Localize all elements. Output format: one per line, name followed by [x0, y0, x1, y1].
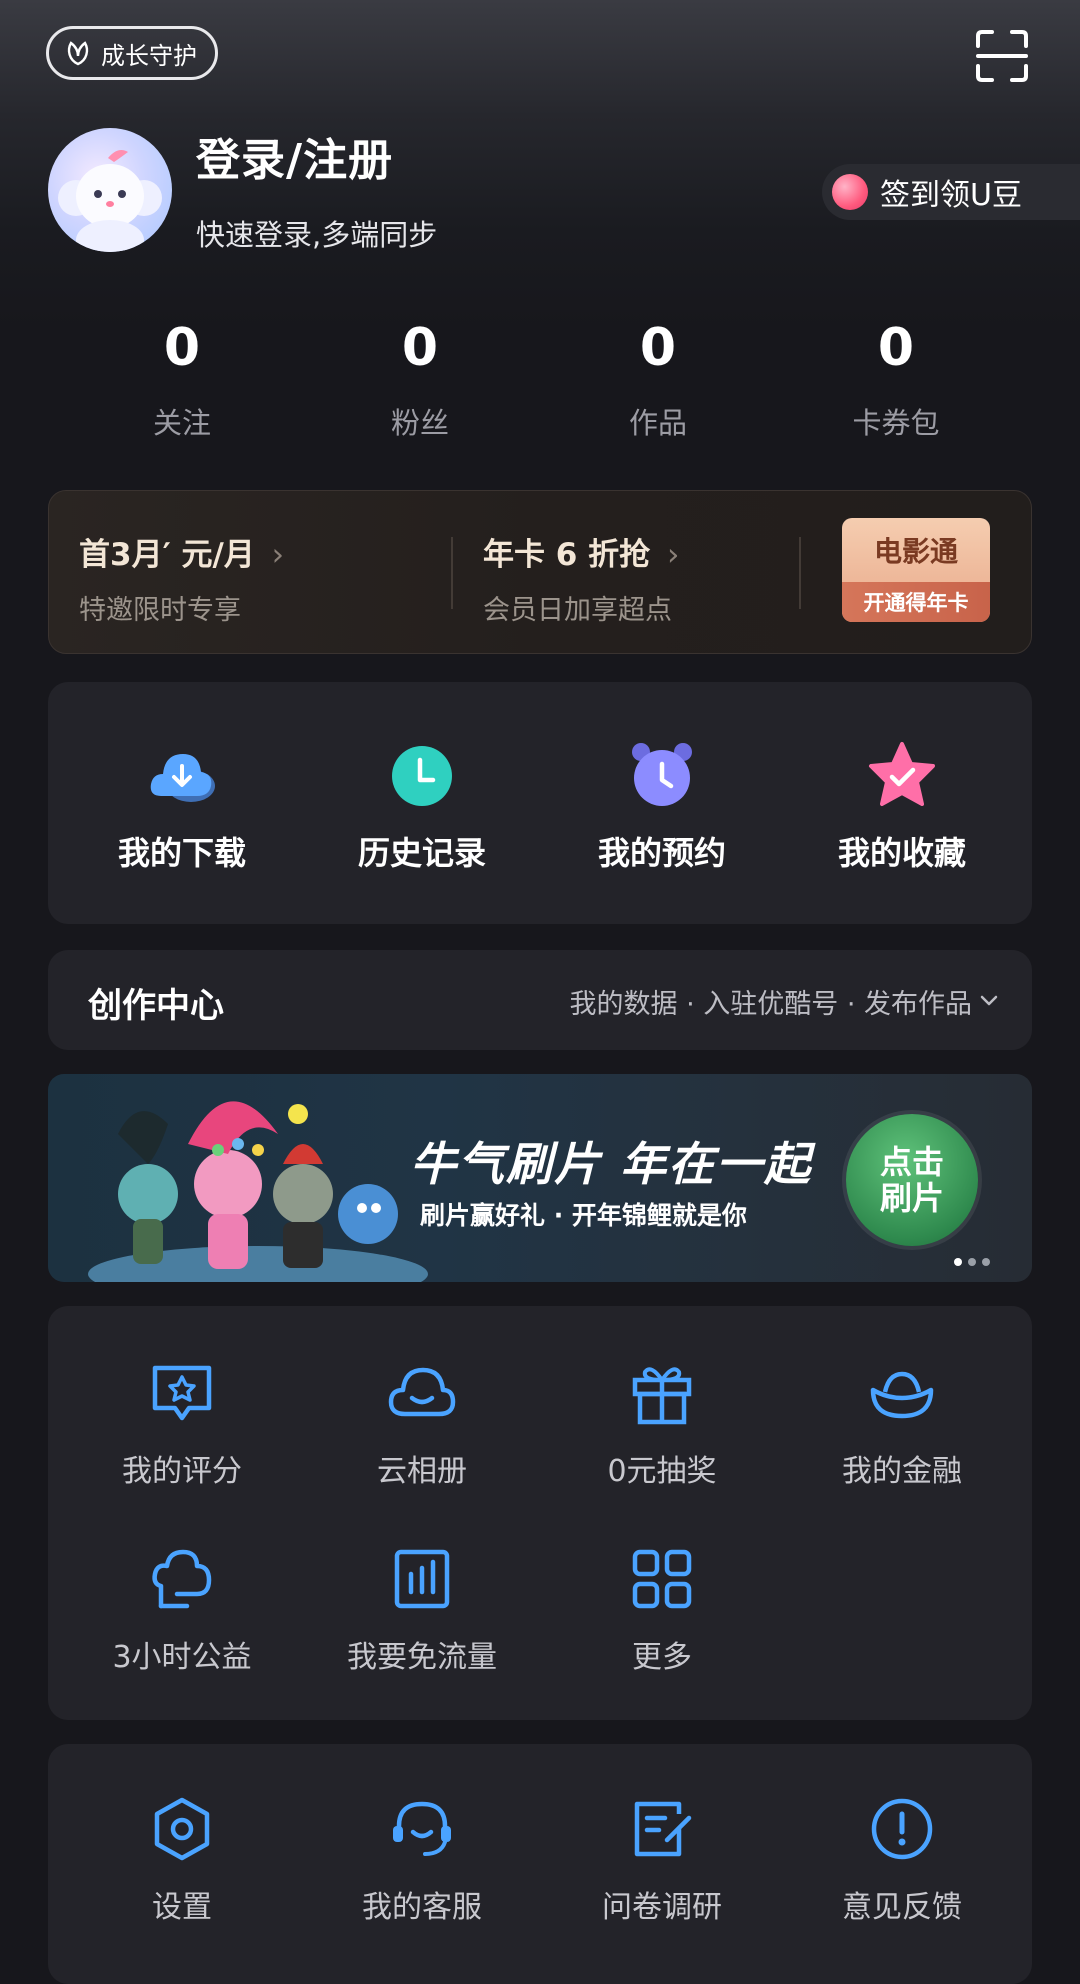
page-dot[interactable]: [982, 1258, 990, 1266]
service-finance[interactable]: 我的金融: [802, 1358, 1002, 1490]
quick-item-reservation[interactable]: 我的预约: [562, 740, 762, 874]
service-label: 我的评分: [122, 1454, 242, 1489]
stat-value: 0: [877, 318, 915, 378]
service-free-data[interactable]: 我要免流量: [322, 1544, 522, 1676]
tool-customer-service[interactable]: 我的客服: [322, 1794, 522, 1926]
service-rating[interactable]: 我的评分: [82, 1358, 282, 1490]
offer-annual-title: 年卡 6 折抢: [483, 537, 651, 573]
login-register-title[interactable]: 登录/注册: [196, 124, 393, 188]
feedback-icon: [871, 1798, 933, 1860]
growth-guard-label: 成长守护: [101, 41, 197, 70]
banner-cta-button[interactable]: 点击 刷片: [846, 1114, 978, 1246]
checkin-button[interactable]: 签到领U豆: [822, 164, 1080, 220]
stat-value: 0: [639, 318, 677, 378]
movie-pass-title: 电影通: [873, 535, 958, 568]
service-label: 我要免流量: [347, 1640, 497, 1675]
quick-access-card: 我的下载 历史记录 我的预约 我的收藏: [48, 682, 1032, 924]
quick-item-label: 我的预约: [597, 834, 726, 872]
stat-following[interactable]: 0 关注: [102, 316, 262, 442]
banner-headline: 牛气刷片 年在一起: [410, 1137, 813, 1191]
login-subtitle: 快速登录,多端同步: [196, 218, 438, 252]
quick-item-history[interactable]: 历史记录: [322, 740, 522, 874]
more-grid-icon: [632, 1549, 692, 1609]
stat-coupons[interactable]: 0 卡券包: [816, 316, 976, 442]
tools-card: 设置 我的客服 问卷调研 意见反馈: [48, 1744, 1032, 1984]
vip-offer-annual[interactable]: 年卡 6 折抢 › 会员日加享超点: [483, 529, 679, 627]
rating-icon: [152, 1365, 212, 1421]
settings-icon: [154, 1797, 210, 1861]
quick-item-label: 我的收藏: [837, 834, 966, 872]
creator-center-links[interactable]: 我的数据 · 入驻优酷号 · 发布作品: [570, 982, 973, 1021]
cloud-album-icon: [388, 1367, 456, 1417]
promo-banner[interactable]: 牛气刷片 年在一起 刷片赢好礼 · 开年锦鲤就是你 点击 刷片: [48, 1074, 1032, 1282]
favorite-star-icon: [869, 742, 935, 806]
service-lottery[interactable]: 0元抽奖: [562, 1358, 762, 1490]
survey-icon: [634, 1801, 692, 1857]
divider: [799, 537, 801, 609]
tool-feedback[interactable]: 意见反馈: [802, 1794, 1002, 1926]
quick-item-label: 我的下载: [117, 834, 246, 872]
quick-item-favorites[interactable]: 我的收藏: [802, 740, 1002, 874]
history-clock-icon: [392, 746, 452, 806]
service-cloud-album[interactable]: 云相册: [322, 1358, 522, 1490]
offer-annual-subtitle: 会员日加享超点: [483, 595, 672, 626]
stat-fans[interactable]: 0 粉丝: [340, 316, 500, 442]
free-data-icon: [394, 1549, 450, 1609]
tool-label: 意见反馈: [842, 1890, 962, 1925]
stat-label: 作品: [628, 406, 687, 440]
leaf-icon: [67, 41, 89, 66]
alarm-clock-icon: [632, 743, 692, 806]
tool-settings[interactable]: 设置: [82, 1794, 282, 1926]
download-cloud-icon: [150, 754, 215, 802]
banner-cta-line1: 点击: [879, 1143, 944, 1181]
finance-ingot-icon: [870, 1371, 934, 1419]
tool-label: 我的客服: [362, 1890, 482, 1925]
heart-icon: [832, 174, 868, 210]
stat-label: 粉丝: [390, 406, 449, 440]
stat-works[interactable]: 0 作品: [578, 316, 738, 442]
growth-guard-button[interactable]: 成长守护: [46, 26, 218, 80]
service-label: 0元抽奖: [607, 1454, 717, 1489]
banner-pagination[interactable]: [954, 1258, 990, 1266]
trolls-characters-illustration: [88, 1101, 428, 1282]
page-dot[interactable]: [968, 1258, 976, 1266]
service-charity[interactable]: 3小时公益: [82, 1544, 282, 1676]
quick-item-download[interactable]: 我的下载: [82, 740, 282, 874]
charity-icon: [152, 1549, 212, 1609]
customer-service-icon: [393, 1801, 451, 1856]
service-label: 更多: [632, 1640, 692, 1675]
tool-label: 问卷调研: [602, 1890, 722, 1925]
offer-monthly-title: 首3月′ 元/月: [79, 537, 255, 573]
creator-center-bar[interactable]: 创作中心 我的数据 · 入驻优酷号 · 发布作品: [48, 950, 1032, 1050]
page-dot-active[interactable]: [954, 1258, 962, 1266]
service-label: 我的金融: [842, 1454, 962, 1489]
banner-subline: 刷片赢好礼 · 开年锦鲤就是你: [420, 1201, 747, 1230]
chevron-down-icon[interactable]: [978, 990, 1000, 1012]
creator-center-title: 创作中心: [88, 986, 224, 1026]
service-label: 云相册: [377, 1454, 467, 1489]
banner-cta-line2: 刷片: [879, 1179, 944, 1217]
divider: [451, 537, 453, 609]
tool-label: 设置: [152, 1890, 212, 1925]
vip-offer-monthly[interactable]: 首3月′ 元/月 › 特邀限时专享: [79, 529, 284, 627]
movie-pass-subtitle: 开通得年卡: [842, 582, 990, 622]
gift-icon: [632, 1367, 692, 1425]
services-card: 我的评分 云相册 0元抽奖 我的金融 3小时公益 我要免流量 更多: [48, 1306, 1032, 1720]
service-more[interactable]: 更多: [562, 1544, 762, 1676]
service-label: 3小时公益: [112, 1640, 252, 1675]
mascot-avatar-icon: [58, 150, 162, 252]
stat-value: 0: [401, 318, 439, 378]
stat-label: 关注: [152, 406, 211, 440]
quick-item-label: 历史记录: [357, 834, 486, 872]
scan-icon[interactable]: [974, 28, 1030, 84]
movie-pass-button[interactable]: 电影通 开通得年卡: [842, 518, 990, 622]
stat-label: 卡券包: [852, 406, 940, 440]
offer-monthly-subtitle: 特邀限时专享: [79, 595, 241, 626]
chevron-right-icon: ›: [271, 537, 285, 573]
avatar[interactable]: [48, 128, 172, 252]
chevron-right-icon: ›: [666, 537, 680, 573]
stat-value: 0: [163, 318, 201, 378]
tool-survey[interactable]: 问卷调研: [562, 1794, 762, 1926]
checkin-label: 签到领U豆: [880, 178, 1022, 213]
